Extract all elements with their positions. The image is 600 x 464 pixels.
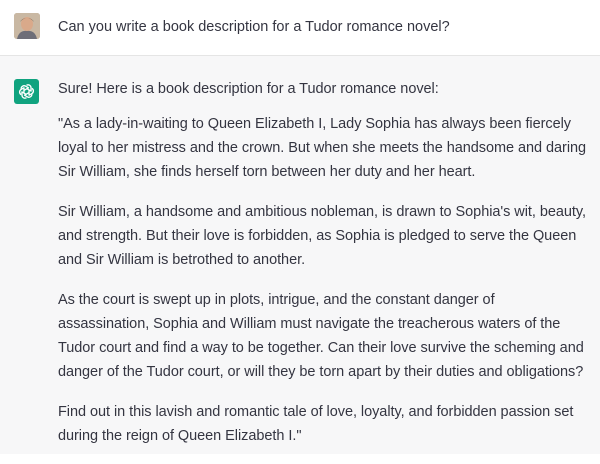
user-message-text: Can you write a book description for a T… xyxy=(58,19,450,35)
answer-paragraph-3: As the court is swept up in plots, intri… xyxy=(58,292,584,380)
openai-logo-icon xyxy=(19,84,34,99)
assistant-message-row: Sure! Here is a book description for a T… xyxy=(0,56,600,454)
assistant-message-text: Sure! Here is a book description for a T… xyxy=(58,79,588,464)
user-photo-icon xyxy=(14,13,40,39)
answer-paragraph-4: Find out in this lavish and romantic tal… xyxy=(58,404,574,444)
answer-paragraph-1: "As a lady-in-waiting to Queen Elizabeth… xyxy=(58,116,587,180)
user-message-row: Can you write a book description for a T… xyxy=(0,0,600,56)
assistant-avatar xyxy=(14,79,39,104)
answer-paragraph-2: Sir William, a handsome and ambitious no… xyxy=(58,204,586,268)
answer-intro: Sure! Here is a book description for a T… xyxy=(58,81,439,97)
user-avatar xyxy=(14,13,40,39)
